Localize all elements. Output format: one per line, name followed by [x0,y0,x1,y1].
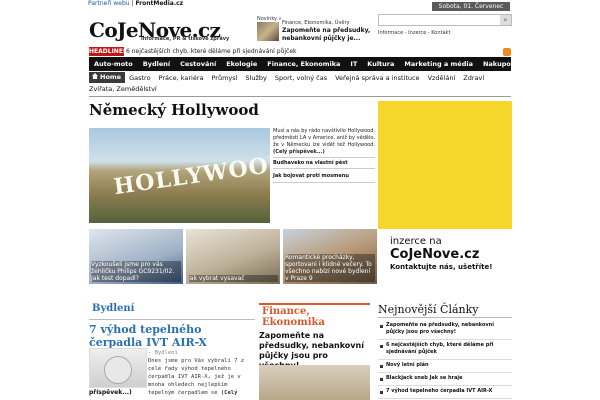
nav-home-label: Home [100,73,122,81]
list-item[interactable]: 7 výhod tepelného čerpadla IVT AIR-X [378,386,512,399]
related-link[interactable]: Budhaveko na vlastní pěst [273,157,375,169]
section-title-bydleni[interactable]: Bydlení [92,303,135,314]
thumb-caption: Romantické procházky, sportovani i klidn… [285,254,375,282]
secondary-nav: Home Gastro Práce, kariéra Průmysl Služb… [89,72,511,83]
home-icon [92,73,98,79]
bullet-icon [380,325,383,328]
bullet-icon [380,391,383,394]
nav-item[interactable]: Cestování [175,60,221,68]
nav-item[interactable]: Služby [241,74,270,82]
nav-item[interactable]: Bydlení [138,60,175,68]
nav-item[interactable]: Vzdělání [424,74,460,82]
nav-item[interactable]: Práce, kariéra [155,74,208,82]
nav-item[interactable]: Zprávy [531,60,566,68]
ad-line-3: Kontaktujte nás, ušetříte! [390,263,493,271]
list-item-label: Zapomeňte na předsudky, nebankovní půjčk… [386,322,494,335]
nav-item[interactable]: Ekologie [221,60,262,68]
date-display: Sobota, 01. Červenec 2017 [432,2,510,19]
headline-ticker[interactable]: 6 nejčastějších chyb, které děláme při s… [126,47,296,56]
primary-nav: Auto-moto Bydlení Cestování Ekologie Fin… [89,57,562,71]
thumb-caption: Vyzkoušeli jsme pro vás žehličku Philips… [91,261,181,282]
nav-home[interactable]: Home [89,72,126,83]
search-input[interactable] [378,14,512,26]
featured-image[interactable]: HOLLYWOOD [89,128,270,223]
finance-article-image[interactable] [259,365,370,400]
headlines-label: HEADLINES [89,47,128,56]
list-item-label: Blackjack sneb Jak se hraje [386,375,463,381]
bydleni-article-image[interactable] [89,348,147,388]
nav-item[interactable]: Zdraví [459,74,488,82]
nav-item[interactable]: Marketing a média [399,60,478,68]
newest-articles-heading: Nejnovější Články [378,303,512,318]
list-item[interactable]: Zapomeňte na předsudky, nebankovní půjčk… [378,320,512,340]
top-links: Partneři webu | FrontMedia.cz [88,0,184,7]
ad-banner[interactable] [378,101,512,229]
list-item-label: Nový letní plán [386,362,429,368]
nav-item[interactable]: Průmysl [208,74,242,82]
thumb-caption: Jak vybrat vysavač [188,275,278,282]
list-item[interactable]: Nový letní plán [378,360,512,373]
featured-excerpt: Musí a nás by rádo navštívilo Hollywood,… [273,128,375,156]
header-news-thumbnail[interactable] [257,22,279,41]
featured-text: Musí a nás by rádo navštívilo Hollywood,… [273,128,375,148]
nav-item[interactable]: Auto-moto [89,60,138,68]
nav-item[interactable]: Sport, volný čas [271,74,331,82]
info-links[interactable]: Informace - Inzerce - Kontakt [378,30,450,36]
ad-line-1: inzerce na [390,236,442,247]
related-link[interactable]: Jak bojovat proti mosmenu [273,171,375,183]
thumb-article[interactable]: Romantické procházky, sportovani i klidn… [283,229,377,284]
thumb-article[interactable]: Vyzkoušeli jsme pro vás žehličku Philips… [89,229,183,284]
featured-image-sign: HOLLYWOOD [112,149,270,201]
bydleni-more-prefix[interactable]: (Celý [221,390,238,396]
list-item-label: 7 výhod tepelného čerpadla IVT AIR-X [386,388,493,394]
nav-item[interactable]: Finance, Ekonomika [262,60,345,68]
header-news-title[interactable]: Zapomeňte na předsudky, nebankovní půjčk… [282,27,377,43]
thumb-article[interactable]: Jak vybrat vysavač [186,229,280,284]
rss-icon[interactable] [503,48,511,56]
list-item-label: 6 nejčastějších chyb, které děláme při s… [386,342,494,355]
heat-pump-graphic [104,356,132,384]
nav-item[interactable]: Veřejná správa a instituce [331,74,423,82]
header-news-subcategory[interactable]: Finance, Ekonomika, Úvěry [282,20,350,26]
bydleni-article-excerpt: - Bydlení Dnes jsme pro Vás vybrali 7 z c… [148,349,255,397]
nav-item[interactable]: Nakupování [478,60,531,68]
list-item[interactable]: 6 nejčastějších chyb, které děláme při s… [378,340,512,360]
section-title-finance[interactable]: Finance, Ekonomika [262,306,370,328]
partners-link[interactable]: Partneři webu [88,0,130,7]
ad-line-2: CoJeNove.cz [390,247,480,262]
bullet-icon [380,345,383,348]
bydleni-article-title[interactable]: 7 výhod tepelného čerpadla IVT AIR-X [89,323,255,349]
frontmedia-link[interactable]: FrontMedia.cz [135,0,183,7]
featured-more-link[interactable]: (Celý příspěvek...) [273,149,325,155]
bydleni-more-text: příspěvek...) [89,389,132,396]
bydleni-more-link[interactable]: příspěvek...) [89,389,132,396]
site-tagline: informace, PR & tiskové zprávy [141,36,230,42]
bullet-icon [380,378,383,381]
featured-title[interactable]: Německý Hollywood [89,101,259,119]
divider [89,96,511,97]
search-icon[interactable]: ⌕ [500,15,511,25]
bullet-icon [380,365,383,368]
nav-item[interactable]: Gastro [125,74,154,82]
bydleni-meta: - Bydlení [148,350,178,356]
list-item[interactable]: Blackjack sneb Jak se hraje [378,373,512,386]
nav-item[interactable]: IT [345,60,362,68]
nav-item-animals[interactable]: Zvířata, Zemědělství [89,84,511,95]
newest-articles-list: Zapomeňte na předsudky, nebankovní půjčk… [378,320,512,399]
nav-item[interactable]: Kultura [362,60,399,68]
